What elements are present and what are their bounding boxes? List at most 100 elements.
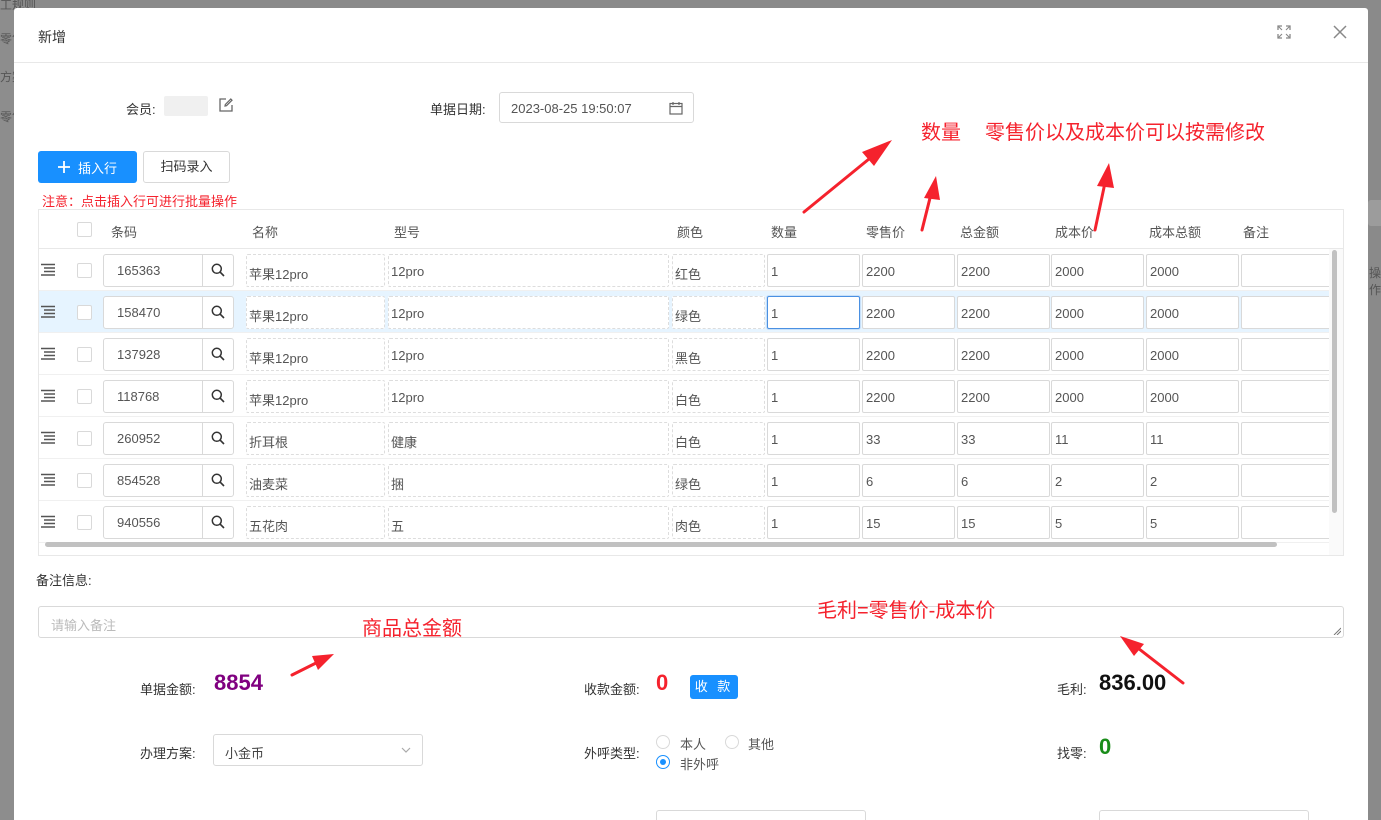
radio-no-call[interactable] [656,755,670,769]
retail-price-input[interactable]: 2200 [862,254,955,287]
drag-handle-icon[interactable] [41,431,55,445]
close-icon[interactable] [1330,25,1350,45]
row-checkbox[interactable] [77,389,92,404]
qty-input[interactable]: 1 [767,380,860,413]
barcode-search-button[interactable] [202,297,233,328]
barcode-search-button[interactable] [202,255,233,286]
barcode-search-button[interactable] [202,381,233,412]
drag-handle-icon[interactable] [41,305,55,319]
qty-input[interactable]: 1 [767,506,860,539]
remark-label: 备注信息: [36,573,92,588]
cost-total-input[interactable]: 2000 [1146,380,1239,413]
insert-row-button[interactable]: 插入行 [38,151,137,183]
retail-price-input[interactable]: 33 [862,422,955,455]
barcode-value: 260952 [117,431,161,446]
barcode-input[interactable]: 940556 [103,506,234,539]
barcode-search-button[interactable] [202,507,233,538]
row-checkbox[interactable] [77,305,92,320]
cost-price-input[interactable]: 5 [1051,506,1144,539]
barcode-search-button[interactable] [202,465,233,496]
total-input[interactable]: 2200 [957,296,1050,329]
remark-input[interactable] [1241,338,1341,371]
vertical-scroll-thumb[interactable] [1332,250,1337,513]
qty-input[interactable]: 1 [767,422,860,455]
table-row[interactable]: 158470 苹果12pro 12pro 绿色 1 2200 2200 2000 2000 [39,291,1341,333]
scan-entry-button[interactable]: 扫码录入 [143,151,230,183]
bottom-field-partial[interactable] [656,810,866,820]
cost-price-input[interactable]: 2000 [1051,380,1144,413]
retail-price-input[interactable]: 2200 [862,338,955,371]
cost-total-input[interactable]: 2 [1146,464,1239,497]
select-all-checkbox[interactable] [77,222,92,237]
retail-price-input[interactable]: 6 [862,464,955,497]
barcode-input[interactable]: 165363 [103,254,234,287]
remark-input[interactable] [1241,296,1341,329]
fullscreen-icon[interactable] [1274,25,1294,45]
remark-input[interactable] [1241,380,1341,413]
retail-price-input[interactable]: 2200 [862,296,955,329]
qty-input[interactable]: 1 [767,296,860,329]
total-input[interactable]: 33 [957,422,1050,455]
drag-handle-icon[interactable] [41,389,55,403]
table-row[interactable]: 137928 苹果12pro 12pro 黑色 1 2200 2200 2000 2000 [39,333,1341,375]
remark-input[interactable] [1241,254,1341,287]
qty-input[interactable]: 1 [767,464,860,497]
cell-color: 肉色 [672,506,765,539]
cost-price-input[interactable]: 2000 [1051,254,1144,287]
cost-total-input[interactable]: 2000 [1146,338,1239,371]
remark-input[interactable] [1241,422,1341,455]
barcode-search-button[interactable] [202,423,233,454]
drag-handle-icon[interactable] [41,263,55,277]
cost-total-input[interactable]: 2000 [1146,296,1239,329]
cost-price-input[interactable]: 2000 [1051,338,1144,371]
barcode-search-button[interactable] [202,339,233,370]
table-row[interactable]: 165363 苹果12pro 12pro 红色 1 2200 2200 2000 2000 [39,249,1341,291]
row-checkbox[interactable] [77,263,92,278]
row-checkbox[interactable] [77,347,92,362]
cost-price-input[interactable]: 2 [1051,464,1144,497]
cost-price-input[interactable]: 2000 [1051,296,1144,329]
date-picker[interactable]: 2023-08-25 19:50:07 [499,92,694,123]
retail-price-input[interactable]: 2200 [862,380,955,413]
total-input[interactable]: 2200 [957,338,1050,371]
row-checkbox[interactable] [77,431,92,446]
barcode-value: 165363 [117,263,161,278]
table-row[interactable]: 260952 折耳根 健康 白色 1 33 33 11 11 [39,417,1341,459]
remark-textarea[interactable]: 请输入备注 [38,606,1344,638]
remark-input[interactable] [1241,464,1341,497]
total-input[interactable]: 2200 [957,254,1050,287]
remark-input[interactable] [1241,506,1341,539]
qty-input[interactable]: 1 [767,338,860,371]
row-checkbox[interactable] [77,473,92,488]
cost-total-input[interactable]: 2000 [1146,254,1239,287]
drag-handle-icon[interactable] [41,473,55,487]
bottom-field-partial[interactable] [1099,810,1309,820]
cost-price-input[interactable]: 11 [1051,422,1144,455]
drag-handle-icon[interactable] [41,515,55,529]
radio-other[interactable] [725,735,739,749]
radio-self[interactable] [656,735,670,749]
table-row[interactable]: 854528 油麦菜捆绿色 1 6 6 2 2 [39,459,1341,501]
edit-icon[interactable] [218,97,234,113]
total-input[interactable]: 15 [957,506,1050,539]
barcode-input[interactable]: 854528 [103,464,234,497]
total-input[interactable]: 6 [957,464,1050,497]
barcode-input[interactable]: 137928 [103,338,234,371]
table-row[interactable]: 118768 苹果12pro 12pro 白色 1 2200 2200 2000 2000 [39,375,1341,417]
row-checkbox[interactable] [77,515,92,530]
plan-select[interactable]: 小金币 [213,734,423,766]
drag-handle-icon[interactable] [41,347,55,361]
barcode-input[interactable]: 260952 [103,422,234,455]
retail-price-input[interactable]: 15 [862,506,955,539]
horizontal-scroll-thumb[interactable] [45,542,1277,547]
cost-total-input[interactable]: 11 [1146,422,1239,455]
resize-grip-icon[interactable] [1333,627,1341,635]
total-input[interactable]: 2200 [957,380,1050,413]
background-sidebar: 工规则 零售 方案 零售 [0,0,36,820]
barcode-input[interactable]: 118768 [103,380,234,413]
collect-payment-button[interactable]: 收 款 [690,675,738,699]
cost-total-input[interactable]: 5 [1146,506,1239,539]
qty-input[interactable]: 1 [767,254,860,287]
table-row[interactable]: 940556 五花肉五肉色 1 15 15 5 5 [39,501,1341,543]
barcode-input[interactable]: 158470 [103,296,234,329]
